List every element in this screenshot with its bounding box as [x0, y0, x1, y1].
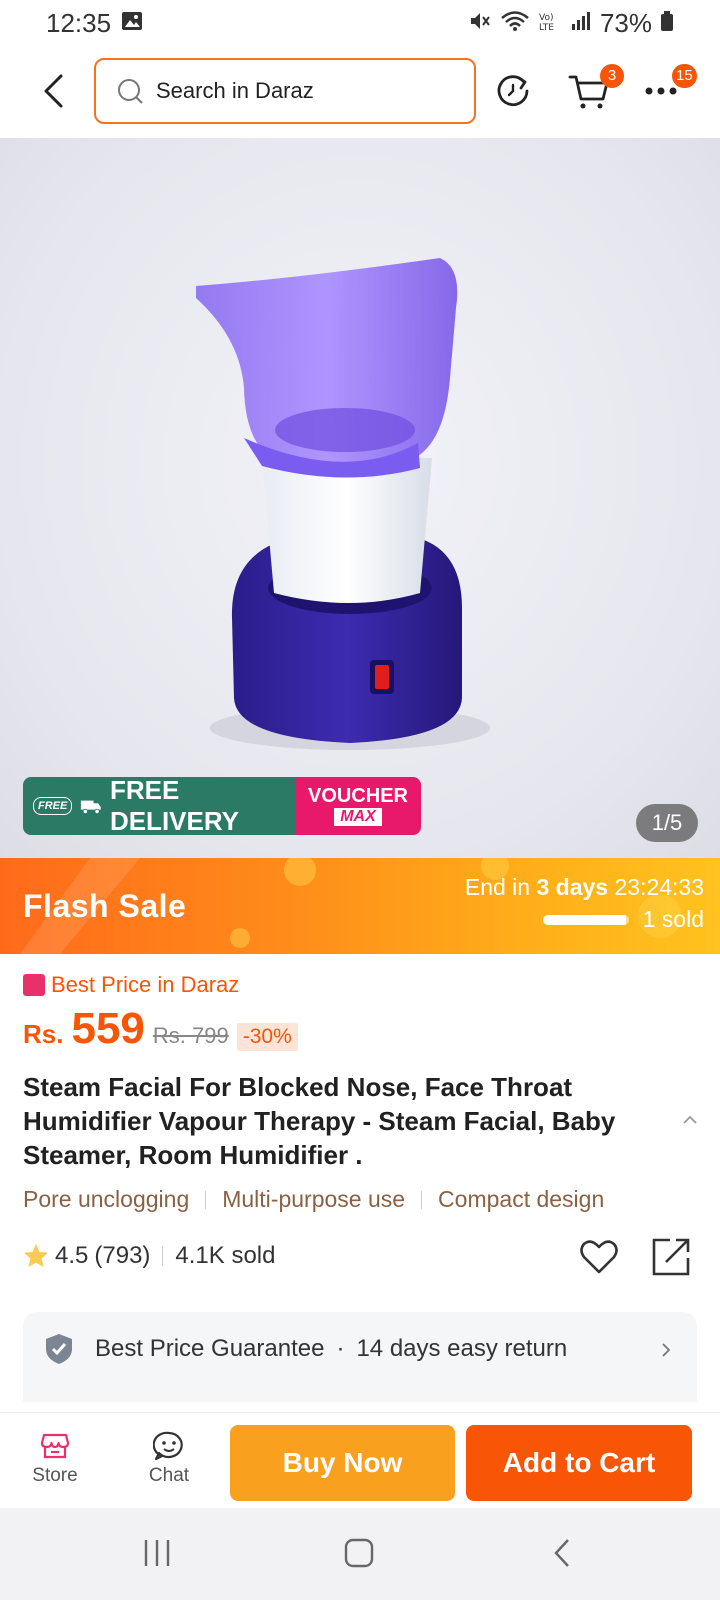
tag-item: Compact design [438, 1186, 605, 1212]
status-time: 12:35 [46, 7, 112, 38]
voucher-max-badge: VOUCHER MAX [295, 777, 421, 835]
chevron-right-icon [662, 1343, 671, 1357]
gallery-notification-icon [121, 8, 143, 39]
original-price: Rs. 799 [152, 1023, 229, 1048]
guarantee-text-1: Best Price Guarantee [95, 1335, 325, 1362]
tag-divider [421, 1190, 423, 1209]
back-arrow-icon [44, 74, 63, 108]
signal-icon [570, 8, 592, 39]
product-title: Steam Facial For Blocked Nose, Face Thro… [23, 1072, 616, 1170]
search-input[interactable]: Search in Daraz [94, 58, 476, 124]
flash-end-time: 23:24:33 [614, 874, 704, 900]
price-row: Rs. 559 Rs. 799 -30% [23, 1004, 298, 1054]
product-tags: Pore unclogging Multi-purpose use Compac… [23, 1186, 604, 1213]
flash-end-prefix: End in [464, 874, 531, 900]
tag-item: Pore unclogging [23, 1186, 190, 1212]
currency: Rs. [23, 1019, 64, 1049]
chat-button[interactable]: Chat [134, 1431, 204, 1487]
tag-divider [205, 1190, 207, 1209]
store-icon [40, 1433, 70, 1459]
guarantee-line: Best Price Guarantee · 14 days easy retu… [43, 1332, 567, 1366]
flash-sold-count: 1 sold [642, 906, 704, 932]
refresh-history-icon [497, 75, 529, 107]
battery-percent: 73% [599, 7, 652, 38]
product-image [196, 258, 490, 750]
system-navigation-bar [0, 1508, 720, 1600]
current-price: 559 [71, 1004, 145, 1053]
home-icon [344, 1538, 374, 1568]
recent-apps-icon [144, 1540, 170, 1566]
heart-icon [580, 1240, 618, 1274]
search-icon [118, 79, 143, 104]
chat-icon [153, 1431, 183, 1461]
top-nav: Search in Daraz 3 15 [0, 56, 720, 126]
flash-sold-row: 1 sold [542, 906, 704, 933]
add-to-cart-button[interactable]: Add to Cart [466, 1425, 692, 1501]
sold-count: 4.1K sold [175, 1242, 276, 1269]
flash-sale-title: Flash Sale [23, 888, 187, 924]
home-button[interactable] [343, 1538, 375, 1573]
voucher-label: VOUCHER [307, 785, 408, 807]
product-image-carousel[interactable]: FREE FREE DELIVERY VOUCHER MAX 1/5 [0, 138, 720, 858]
shield-check-icon [46, 1334, 72, 1364]
flash-sale-banner[interactable]: Flash Sale End in 3 days 23:24:33 1 sold [0, 858, 720, 954]
guarantee-card[interactable]: Best Price Guarantee · 14 days easy retu… [23, 1312, 697, 1402]
chevron-up-icon [683, 1115, 697, 1124]
expand-title-button[interactable] [682, 1112, 698, 1130]
store-label: Store [32, 1465, 78, 1486]
image-counter: 1/5 [636, 804, 698, 842]
svg-text:LTE: LTE [539, 23, 554, 32]
rating-row[interactable]: 4.5 (793) 4.1K sold [23, 1242, 275, 1270]
free-delivery-badge: FREE FREE DELIVERY [23, 777, 295, 835]
guarantee-text-2: 14 days easy return [356, 1335, 568, 1362]
more-dots-icon [645, 87, 677, 95]
system-back-button[interactable] [552, 1538, 572, 1573]
star-icon [24, 1244, 48, 1267]
cart-button[interactable]: 3 [564, 64, 624, 116]
best-price-label: Best Price in Daraz [23, 972, 239, 998]
rating-value: 4.5 [55, 1242, 89, 1269]
history-button[interactable] [488, 66, 538, 116]
buy-now-button[interactable]: Buy Now [230, 1425, 455, 1501]
guarantee-dot: · [336, 1335, 345, 1362]
battery-icon [660, 8, 674, 39]
promo-banner[interactable]: FREE FREE DELIVERY VOUCHER MAX [23, 777, 421, 835]
bottom-action-bar: Store Chat Buy Now Add to Cart [0, 1412, 720, 1508]
back-button[interactable] [28, 66, 78, 116]
recent-apps-button[interactable] [142, 1538, 172, 1573]
svg-text:Vo): Vo) [539, 13, 553, 23]
free-delivery-label: FREE DELIVERY [109, 777, 239, 835]
flash-countdown: End in 3 days 23:24:33 [465, 874, 704, 901]
rating-divider [162, 1246, 164, 1266]
store-button[interactable]: Store [20, 1431, 90, 1487]
volte-icon: Vo) LTE [538, 8, 562, 39]
voucher-max-label: MAX [334, 808, 382, 826]
share-icon [652, 1238, 690, 1276]
more-badge: 15 [672, 64, 697, 88]
tag-item: Multi-purpose use [222, 1186, 406, 1212]
flash-sold-progress [542, 914, 629, 925]
wishlist-button[interactable] [578, 1236, 620, 1278]
discount-badge: -30% [236, 1023, 298, 1051]
chat-label: Chat [148, 1465, 190, 1486]
review-count: (793) [94, 1242, 151, 1269]
free-tag: FREE [33, 797, 73, 815]
wifi-icon [500, 8, 530, 39]
delivery-truck-icon [81, 800, 102, 815]
more-button[interactable]: 15 [636, 64, 697, 116]
flash-end-days: 3 days [536, 874, 609, 900]
share-button[interactable] [650, 1236, 692, 1278]
best-price-icon [23, 974, 45, 996]
mute-icon [468, 8, 492, 39]
cart-badge: 3 [600, 64, 624, 88]
flash-sold-progress-fill [542, 914, 627, 925]
status-bar: 12:35 Vo) LTE 73% [0, 0, 720, 46]
search-placeholder: Search in Daraz [156, 78, 314, 103]
system-back-icon [554, 1539, 569, 1567]
best-price-text: Best Price in Daraz [51, 972, 240, 997]
